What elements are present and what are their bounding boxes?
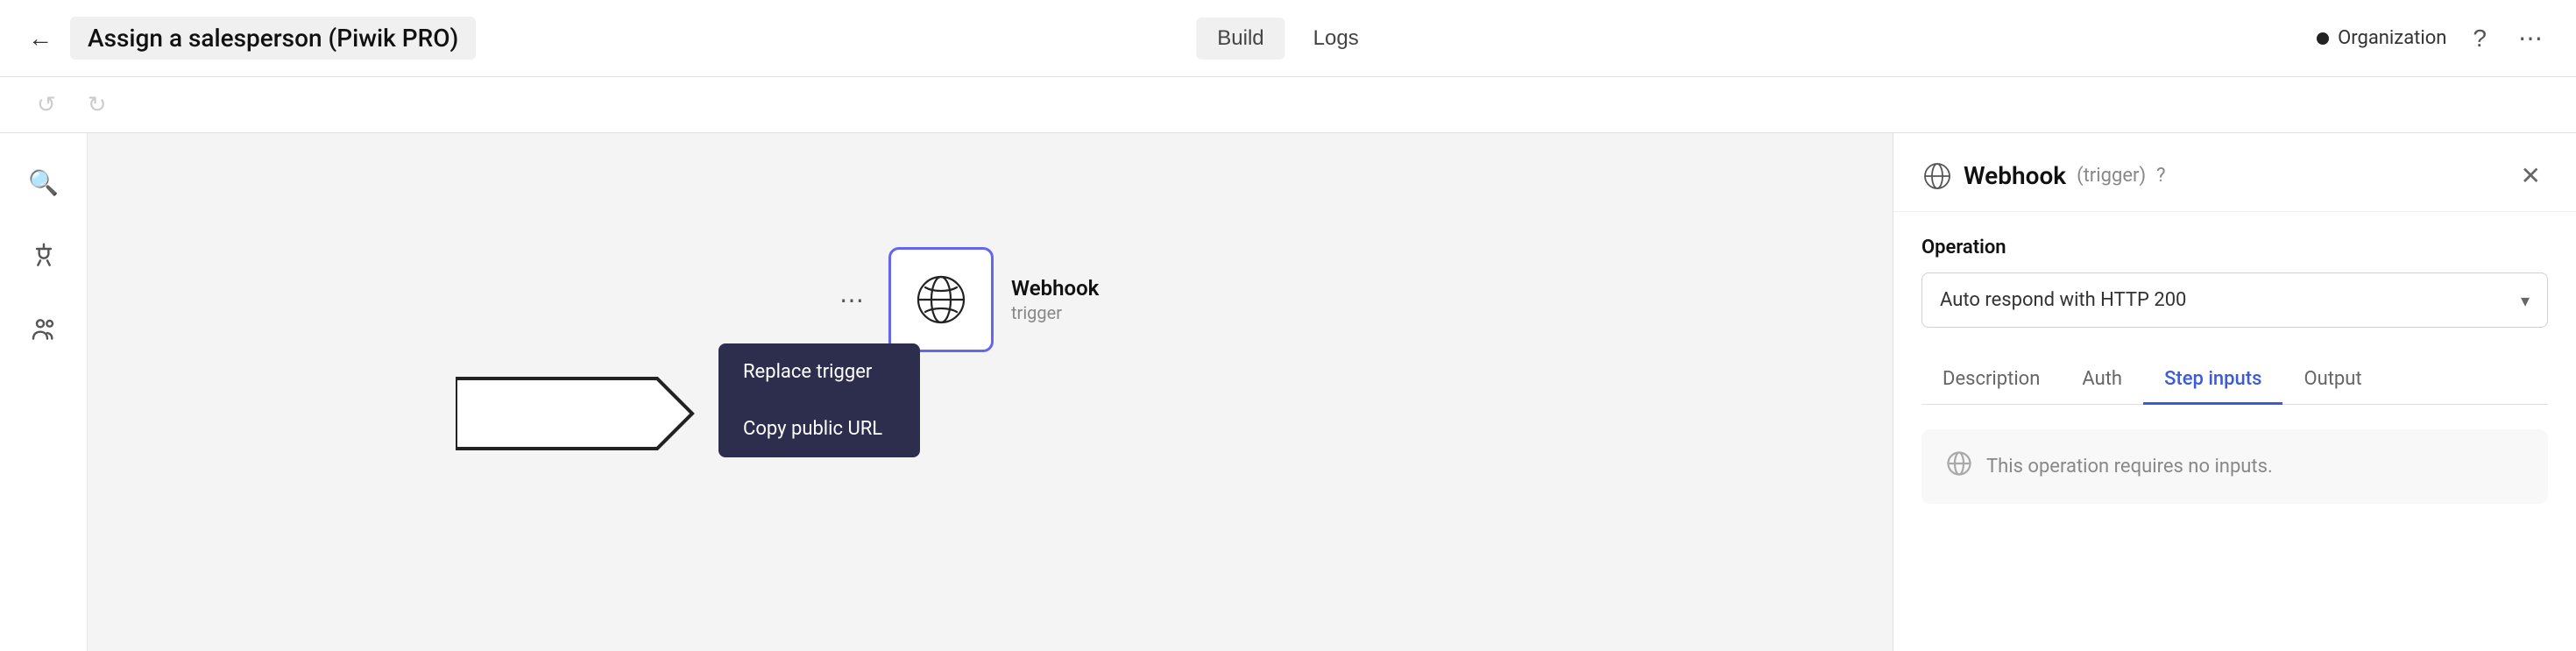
panel-help-icon[interactable]: ? xyxy=(2156,165,2165,187)
panel-header: Webhook (trigger) ? ✕ xyxy=(1893,133,2576,212)
left-sidebar: 🔍 xyxy=(0,133,88,651)
sidebar-item-search[interactable]: 🔍 xyxy=(19,158,68,207)
sidebar-item-team[interactable] xyxy=(19,305,68,354)
right-panel: Webhook (trigger) ? ✕ Operation Auto res… xyxy=(1893,133,2576,651)
no-inputs-text: This operation requires no inputs. xyxy=(1986,456,2273,478)
tab-step-inputs[interactable]: Step inputs xyxy=(2143,356,2282,405)
node-more-button[interactable]: ⋯ xyxy=(832,282,871,318)
operation-value: Auto respond with HTTP 200 xyxy=(1940,289,2186,311)
panel-title-group: Webhook (trigger) ? xyxy=(1921,160,2502,192)
help-button[interactable]: ? xyxy=(2467,19,2492,58)
tab-description[interactable]: Description xyxy=(1921,356,2061,405)
context-copy-url[interactable]: Copy public URL xyxy=(718,400,920,457)
right-area: Organization ? ⋯ xyxy=(2317,18,2548,58)
node-name: Webhook xyxy=(1011,276,1099,301)
page-title: Assign a salesperson (Piwik PRO) xyxy=(70,17,476,60)
no-inputs-icon xyxy=(1946,450,1972,483)
tab-output[interactable]: Output xyxy=(2282,356,2382,405)
context-menu: Replace trigger Copy public URL xyxy=(718,343,920,457)
org-indicator: Organization xyxy=(2317,27,2446,49)
panel-title: Webhook xyxy=(1964,161,2066,190)
context-replace-trigger[interactable]: Replace trigger xyxy=(718,343,920,400)
top-bar: ← Assign a salesperson (Piwik PRO) Build… xyxy=(0,0,2576,77)
panel-webhook-icon xyxy=(1921,160,1953,192)
webhook-node: ⋯ Webhook trigger xyxy=(832,247,1099,352)
toolbar: ↺ ↻ xyxy=(0,77,2576,133)
sidebar-item-connect[interactable] xyxy=(19,231,68,280)
more-button[interactable]: ⋯ xyxy=(2513,18,2548,58)
tab-logs[interactable]: Logs xyxy=(1292,18,1380,60)
redo-button[interactable]: ↻ xyxy=(79,86,116,124)
org-dot xyxy=(2317,32,2329,45)
panel-tabs: Description Auth Step inputs Output xyxy=(1921,356,2548,405)
tab-auth[interactable]: Auth xyxy=(2061,356,2143,405)
center-tabs: Build Logs xyxy=(1196,18,1379,60)
node-type: trigger xyxy=(1011,302,1099,323)
tab-build[interactable]: Build xyxy=(1196,18,1284,60)
node-card[interactable] xyxy=(888,247,994,352)
globe-icon xyxy=(913,272,969,328)
panel-body: Operation Auto respond with HTTP 200 ▾ D… xyxy=(1893,212,2576,651)
panel-subtitle: (trigger) xyxy=(2077,165,2146,187)
panel-close-button[interactable]: ✕ xyxy=(2514,158,2548,194)
org-label: Organization xyxy=(2338,27,2446,49)
trigger-arrow xyxy=(456,374,701,456)
no-inputs-section: This operation requires no inputs. xyxy=(1921,429,2548,504)
canvas-area: ⋯ Webhook trigger Replace trigger Copy p… xyxy=(88,133,1893,651)
undo-button[interactable]: ↺ xyxy=(28,86,65,124)
node-label: Webhook trigger xyxy=(1011,276,1099,323)
operation-label: Operation xyxy=(1921,237,2548,258)
back-button[interactable]: ← xyxy=(28,25,53,53)
chevron-down-icon: ▾ xyxy=(2521,290,2530,311)
operation-dropdown[interactable]: Auto respond with HTTP 200 ▾ xyxy=(1921,272,2548,328)
main-layout: 🔍 ⋯ xyxy=(0,133,2576,651)
